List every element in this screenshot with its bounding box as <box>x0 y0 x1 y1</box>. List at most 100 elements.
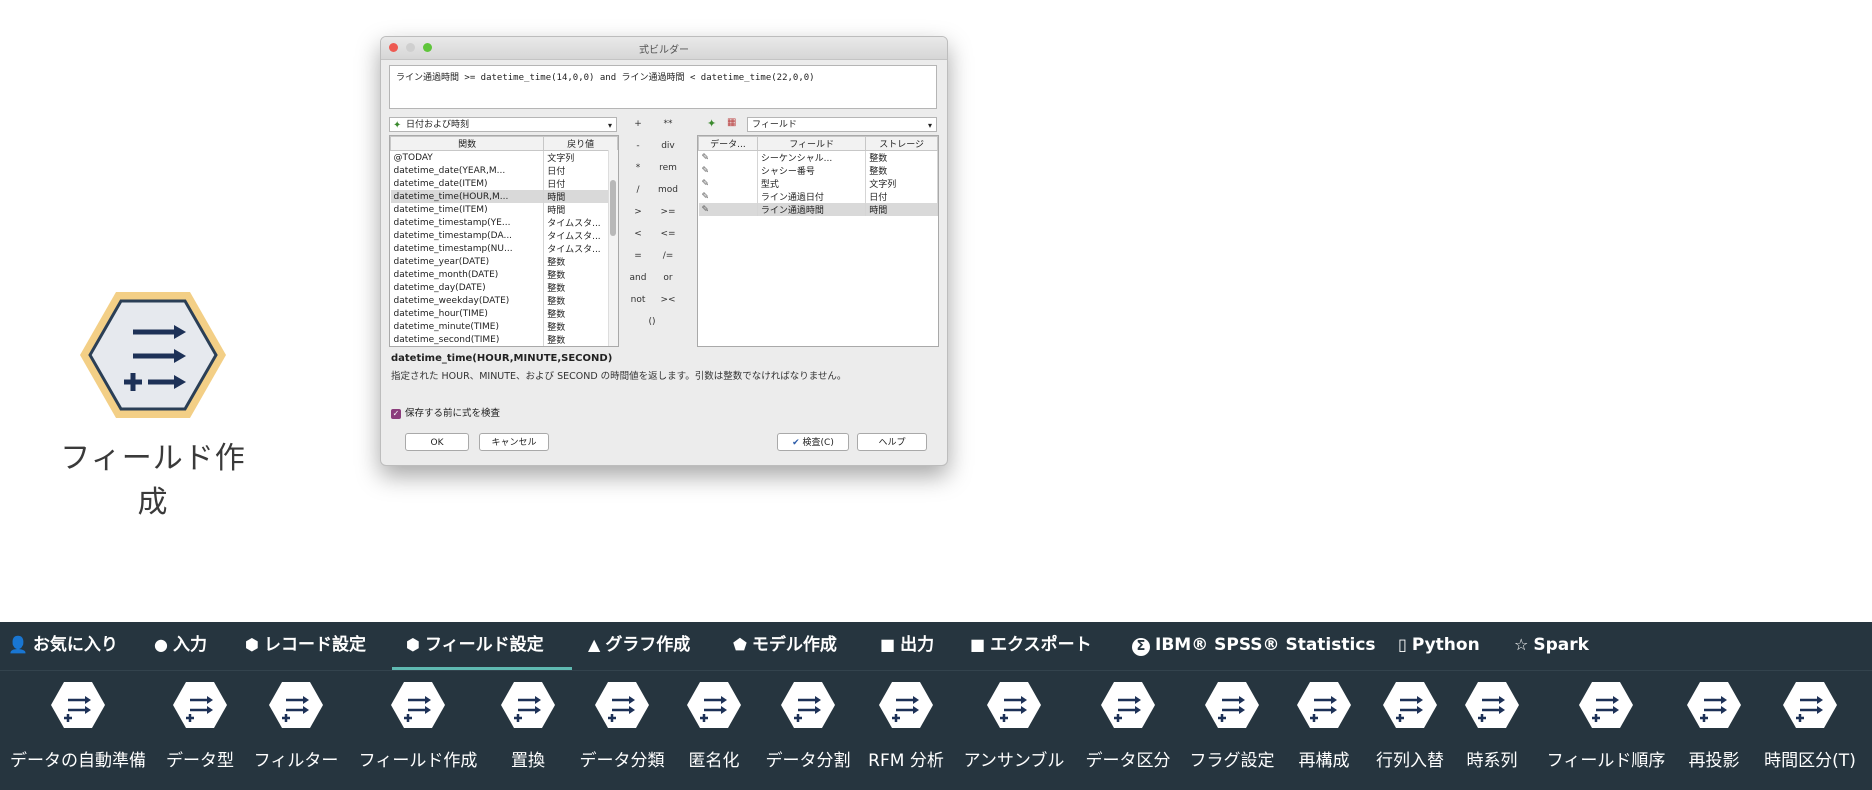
operator-button[interactable]: = <box>625 251 651 261</box>
column-header-data[interactable]: データ... <box>698 136 758 151</box>
check-button-label: 検査(C) <box>802 438 834 448</box>
function-row[interactable]: datetime_date(ITEM) 日付 <box>390 177 618 190</box>
tab-9[interactable]: Σ IBM® SPSS® Statistics <box>1132 622 1376 670</box>
function-row[interactable]: datetime_day(DATE) 整数 <box>390 281 618 294</box>
column-header-storage[interactable]: ストレージ <box>865 136 938 151</box>
operator-button[interactable]: > <box>625 207 651 217</box>
tab-3[interactable]: ⬢ レコード設定 <box>245 622 366 670</box>
cancel-button[interactable]: キャンセル <box>479 433 549 451</box>
tab-10[interactable]: ▯ Python <box>1398 622 1480 670</box>
column-header-field[interactable]: フィールド <box>756 136 867 151</box>
column-header-return[interactable]: 戻り値 <box>543 136 618 151</box>
person-icon: 👤 <box>8 635 28 654</box>
function-name-cell: datetime_hour(TIME) <box>390 307 545 320</box>
tab-2[interactable]: ● 入力 <box>154 622 207 670</box>
tab-label: モデル作成 <box>751 635 837 655</box>
function-row[interactable]: datetime_month(DATE) 整数 <box>390 268 618 281</box>
check-before-save-checkbox[interactable]: ✓ 保存する前に式を検査 <box>391 405 500 419</box>
triangle-icon: ▲ <box>588 635 601 654</box>
function-row[interactable]: datetime_timestamp(NU... タイムスタ... <box>390 242 618 255</box>
function-row[interactable]: datetime_weekday(DATE) 整数 <box>390 294 618 307</box>
time-intervals-icon <box>1464 680 1520 730</box>
function-row[interactable]: datetime_timestamp(DA... タイムスタ... <box>390 229 618 242</box>
operator-button[interactable]: < <box>625 229 651 239</box>
check-button[interactable]: ✔ 検査(C) <box>777 433 849 451</box>
function-name-cell: datetime_timestamp(DA... <box>390 229 545 242</box>
tab-11[interactable]: ☆ Spark <box>1514 622 1589 670</box>
measure-icon: ✎ <box>698 150 758 164</box>
operator-button[interactable]: () <box>639 317 665 327</box>
hexagon-icon: ⬢ <box>406 635 420 654</box>
storage-cell: 日付 <box>865 190 938 203</box>
return-type-cell: 時間 <box>543 190 618 203</box>
operator-button[interactable]: or <box>655 273 681 283</box>
tab-label: エクスポート <box>990 635 1092 655</box>
tab-6[interactable]: ⬟ モデル作成 <box>733 622 837 670</box>
operator-button[interactable]: div <box>655 141 681 151</box>
field-row[interactable]: ✎ ライン通過日付 日付 <box>698 190 938 203</box>
field-row[interactable]: ✎ シャシー番号 整数 <box>698 164 938 177</box>
operator-button[interactable]: >= <box>655 207 681 217</box>
field-row[interactable]: ✎ ライン通過時間 時間 <box>698 203 938 216</box>
function-row[interactable]: datetime_timestamp(YE... タイムスタ... <box>390 216 618 229</box>
tab-7[interactable]: ■ 出力 <box>880 622 934 670</box>
function-row[interactable]: datetime_hour(TIME) 整数 <box>390 307 618 320</box>
operator-button[interactable]: rem <box>655 163 681 173</box>
return-type-cell: 整数 <box>543 294 618 307</box>
sigma-icon: Σ <box>1132 638 1150 656</box>
function-list[interactable]: 関数 戻り値 @TODAY 文字列 datetime_date(YEAR,M... 日… <box>389 135 619 347</box>
function-group-icon: ✦ <box>393 120 402 131</box>
tab-8[interactable]: ■ エクスポート <box>970 622 1092 670</box>
function-group-select[interactable]: ✦ 日付および時刻 ▾ <box>389 117 617 132</box>
tab-label: 入力 <box>172 635 207 655</box>
tab-label: フィールド設定 <box>424 635 544 655</box>
function-row[interactable]: datetime_time(HOUR,M... 時間 <box>390 190 618 203</box>
field-row[interactable]: ✎ 型式 文字列 <box>698 177 938 190</box>
operator-button[interactable]: ** <box>655 119 681 129</box>
palette-node-label: 時間区分(T) <box>1764 751 1856 771</box>
function-name-cell: datetime_timestamp(YE... <box>390 216 545 229</box>
tab-label: Spark <box>1533 635 1589 655</box>
add-field-icon[interactable]: ✦ <box>707 117 729 132</box>
field-list[interactable]: データ... フィールド ストレージ ✎ シーケンシャル... 整数 ✎ シャシー番号整… <box>697 135 939 347</box>
field-picker-icon[interactable]: ▦ <box>727 117 741 132</box>
storage-cell: 整数 <box>865 164 938 177</box>
operator-button[interactable]: / <box>625 185 651 195</box>
tab-1[interactable]: 👤 お気に入り <box>8 622 118 670</box>
field-group-select[interactable]: フィールド ▾ <box>747 117 937 132</box>
palette-node[interactable]: 時間区分(T) <box>1730 680 1872 780</box>
operator-button[interactable]: + <box>625 119 651 129</box>
column-header-function[interactable]: 関数 <box>390 136 545 151</box>
function-list-scrollbar[interactable] <box>608 150 618 346</box>
tab-5[interactable]: ▲ グラフ作成 <box>588 622 690 670</box>
operator-button[interactable]: not <box>625 295 651 305</box>
return-type-cell: タイムスタ... <box>543 216 618 229</box>
tab-4[interactable]: ⬢ フィールド設定 <box>392 622 572 670</box>
operator-button[interactable]: * <box>625 163 651 173</box>
function-row[interactable]: datetime_year(DATE) 整数 <box>390 255 618 268</box>
help-button[interactable]: ヘルプ <box>857 433 927 451</box>
operator-button[interactable]: /= <box>655 251 681 261</box>
field-row[interactable]: ✎ シーケンシャル... 整数 <box>698 150 938 164</box>
operator-button[interactable]: mod <box>655 185 681 195</box>
expression-editor[interactable]: ライン通過時間 >= datetime_time(14,0,0) and ライン… <box>389 65 937 109</box>
field-name-cell: シーケンシャル... <box>757 150 867 164</box>
tab-label: Python <box>1411 635 1480 655</box>
function-row[interactable]: datetime_time(ITEM) 時間 <box>390 203 618 216</box>
function-signature: datetime_time(HOUR,MINUTE,SECOND) <box>391 353 613 364</box>
ok-button[interactable]: OK <box>405 433 469 451</box>
operator-button[interactable]: and <box>625 273 651 283</box>
scrollbar-thumb[interactable] <box>610 180 616 236</box>
function-row[interactable]: datetime_date(YEAR,M... 日付 <box>390 164 618 177</box>
function-row[interactable]: datetime_minute(TIME) 整数 <box>390 320 618 333</box>
function-name-cell: datetime_day(DATE) <box>390 281 545 294</box>
operator-button[interactable]: >< <box>655 295 681 305</box>
square-icon: ■ <box>970 635 986 654</box>
operator-button[interactable]: - <box>625 141 651 151</box>
operator-button[interactable]: <= <box>655 229 681 239</box>
field-derive-node[interactable]: フィールド作成 <box>58 285 248 520</box>
measure-icon: ✎ <box>698 190 758 203</box>
function-row[interactable]: @TODAY 文字列 <box>390 150 618 164</box>
derive-icon <box>390 680 446 730</box>
function-row[interactable]: datetime_second(TIME) 整数 <box>390 333 618 346</box>
